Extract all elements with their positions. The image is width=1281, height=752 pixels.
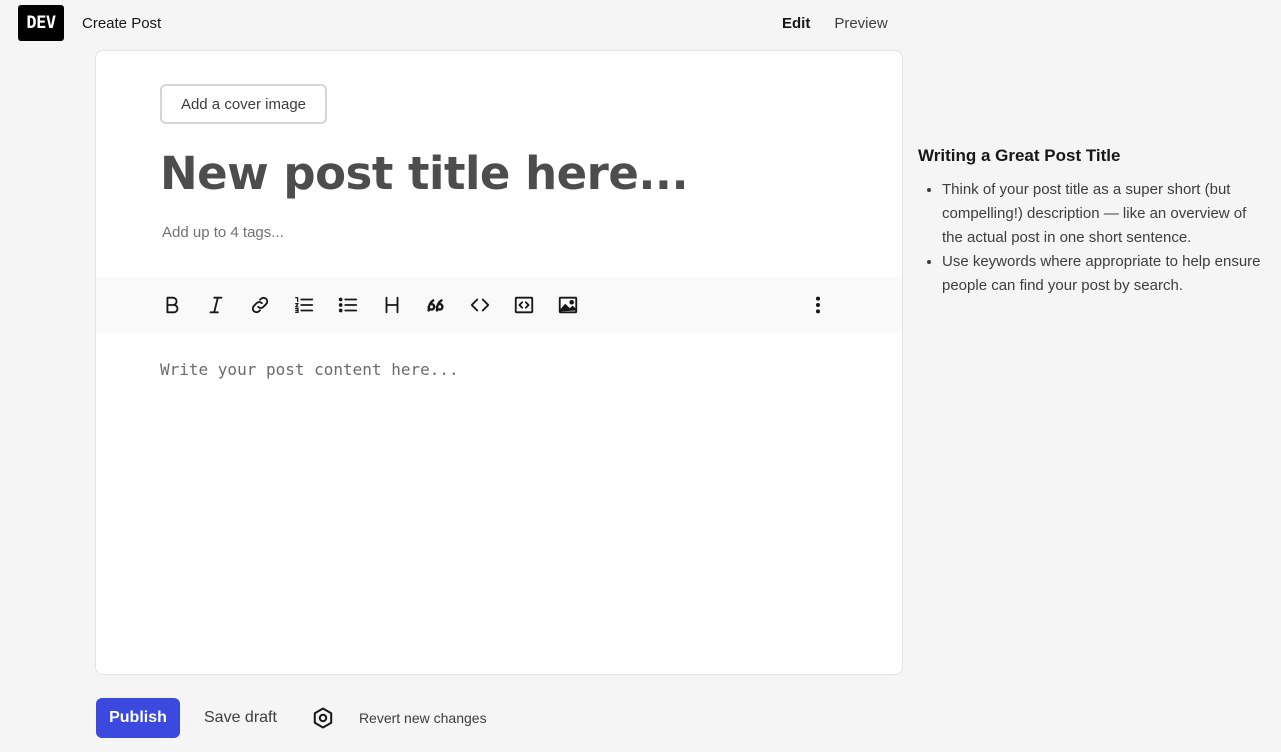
more-vertical-icon <box>815 296 821 314</box>
save-draft-button[interactable]: Save draft <box>194 701 287 735</box>
image-icon <box>558 296 578 314</box>
image-button[interactable] <box>552 289 584 321</box>
ordered-list-button[interactable] <box>288 289 320 321</box>
bold-icon <box>166 296 179 314</box>
post-settings-button[interactable] <box>303 698 343 738</box>
tags-input[interactable]: Add up to 4 tags... <box>162 224 284 241</box>
code-button[interactable] <box>464 289 496 321</box>
footer-actions: Publish Save draft Revert new changes <box>96 698 497 738</box>
help-item: Use keywords where appropriate to help e… <box>942 250 1263 298</box>
help-item: Think of your post title as a super shor… <box>942 178 1263 250</box>
settings-hexagon-icon <box>313 707 333 729</box>
editor-panel: Add a cover image New post title here...… <box>95 50 903 675</box>
tab-edit[interactable]: Edit <box>770 8 822 40</box>
ordered-list-icon <box>295 297 314 313</box>
help-title: Writing a Great Post Title <box>918 146 1121 165</box>
italic-button[interactable] <box>200 289 232 321</box>
unordered-list-button[interactable] <box>332 289 364 321</box>
post-content-input[interactable]: Write your post content here... <box>160 360 459 379</box>
link-icon <box>251 296 269 314</box>
top-bar: DEV Create Post Edit Preview <box>0 0 1281 48</box>
post-title-input[interactable]: New post title here... <box>160 147 840 200</box>
link-button[interactable] <box>244 289 276 321</box>
italic-icon <box>209 296 223 314</box>
add-cover-image-button[interactable]: Add a cover image <box>160 84 327 124</box>
code-icon <box>470 298 490 312</box>
revert-changes-button[interactable]: Revert new changes <box>349 702 497 734</box>
mode-tabs: Edit Preview <box>770 8 900 40</box>
help-panel: Writing a Great Post Title Think of your… <box>918 146 1263 298</box>
publish-button[interactable]: Publish <box>96 698 180 738</box>
heading-icon <box>385 296 399 314</box>
bold-button[interactable] <box>156 289 188 321</box>
page-title: Create Post <box>82 15 162 32</box>
code-block-button[interactable] <box>508 289 540 321</box>
code-block-icon <box>514 296 534 314</box>
unordered-list-icon <box>338 297 358 313</box>
quote-icon <box>427 299 444 312</box>
more-options-button[interactable] <box>802 289 834 321</box>
tab-preview[interactable]: Preview <box>822 8 899 40</box>
formatting-toolbar <box>96 277 902 333</box>
dev-logo[interactable]: DEV <box>18 5 64 41</box>
heading-button[interactable] <box>376 289 408 321</box>
help-list: Think of your post title as a super shor… <box>918 178 1263 298</box>
quote-button[interactable] <box>420 289 452 321</box>
